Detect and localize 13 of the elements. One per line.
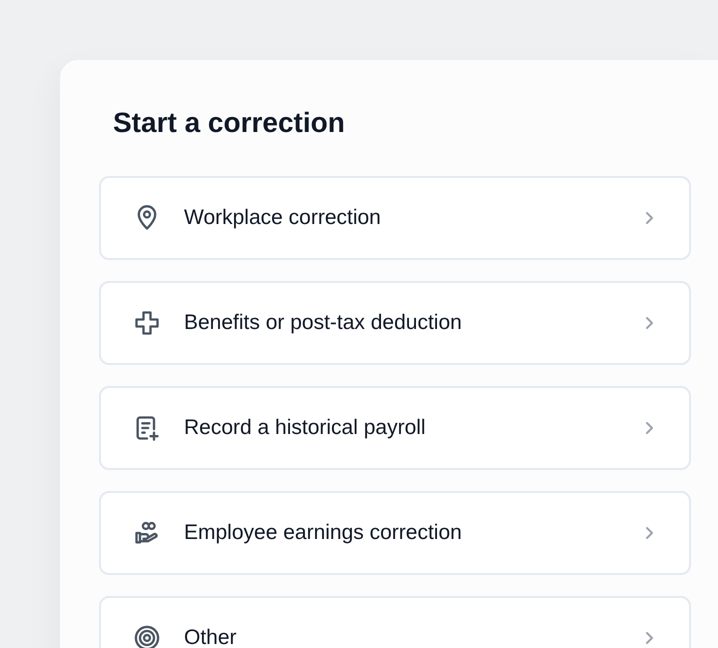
option-row[interactable]: Workplace correction [99,176,691,260]
option-row[interactable]: Employee earnings correction [99,491,691,575]
chevron-right-icon [643,525,655,541]
card-title: Start a correction [113,106,345,140]
chevron-right-icon [643,630,655,646]
chevron-right-icon [643,210,655,226]
option-row[interactable]: Other [99,596,691,648]
option-row[interactable]: Benefits or post-tax deduction [99,281,691,365]
target-icon [133,624,161,648]
chevron-right-icon [643,420,655,436]
chevron-right-icon [643,315,655,331]
plus-icon [133,309,161,337]
option-row[interactable]: Record a historical payroll [99,386,691,470]
